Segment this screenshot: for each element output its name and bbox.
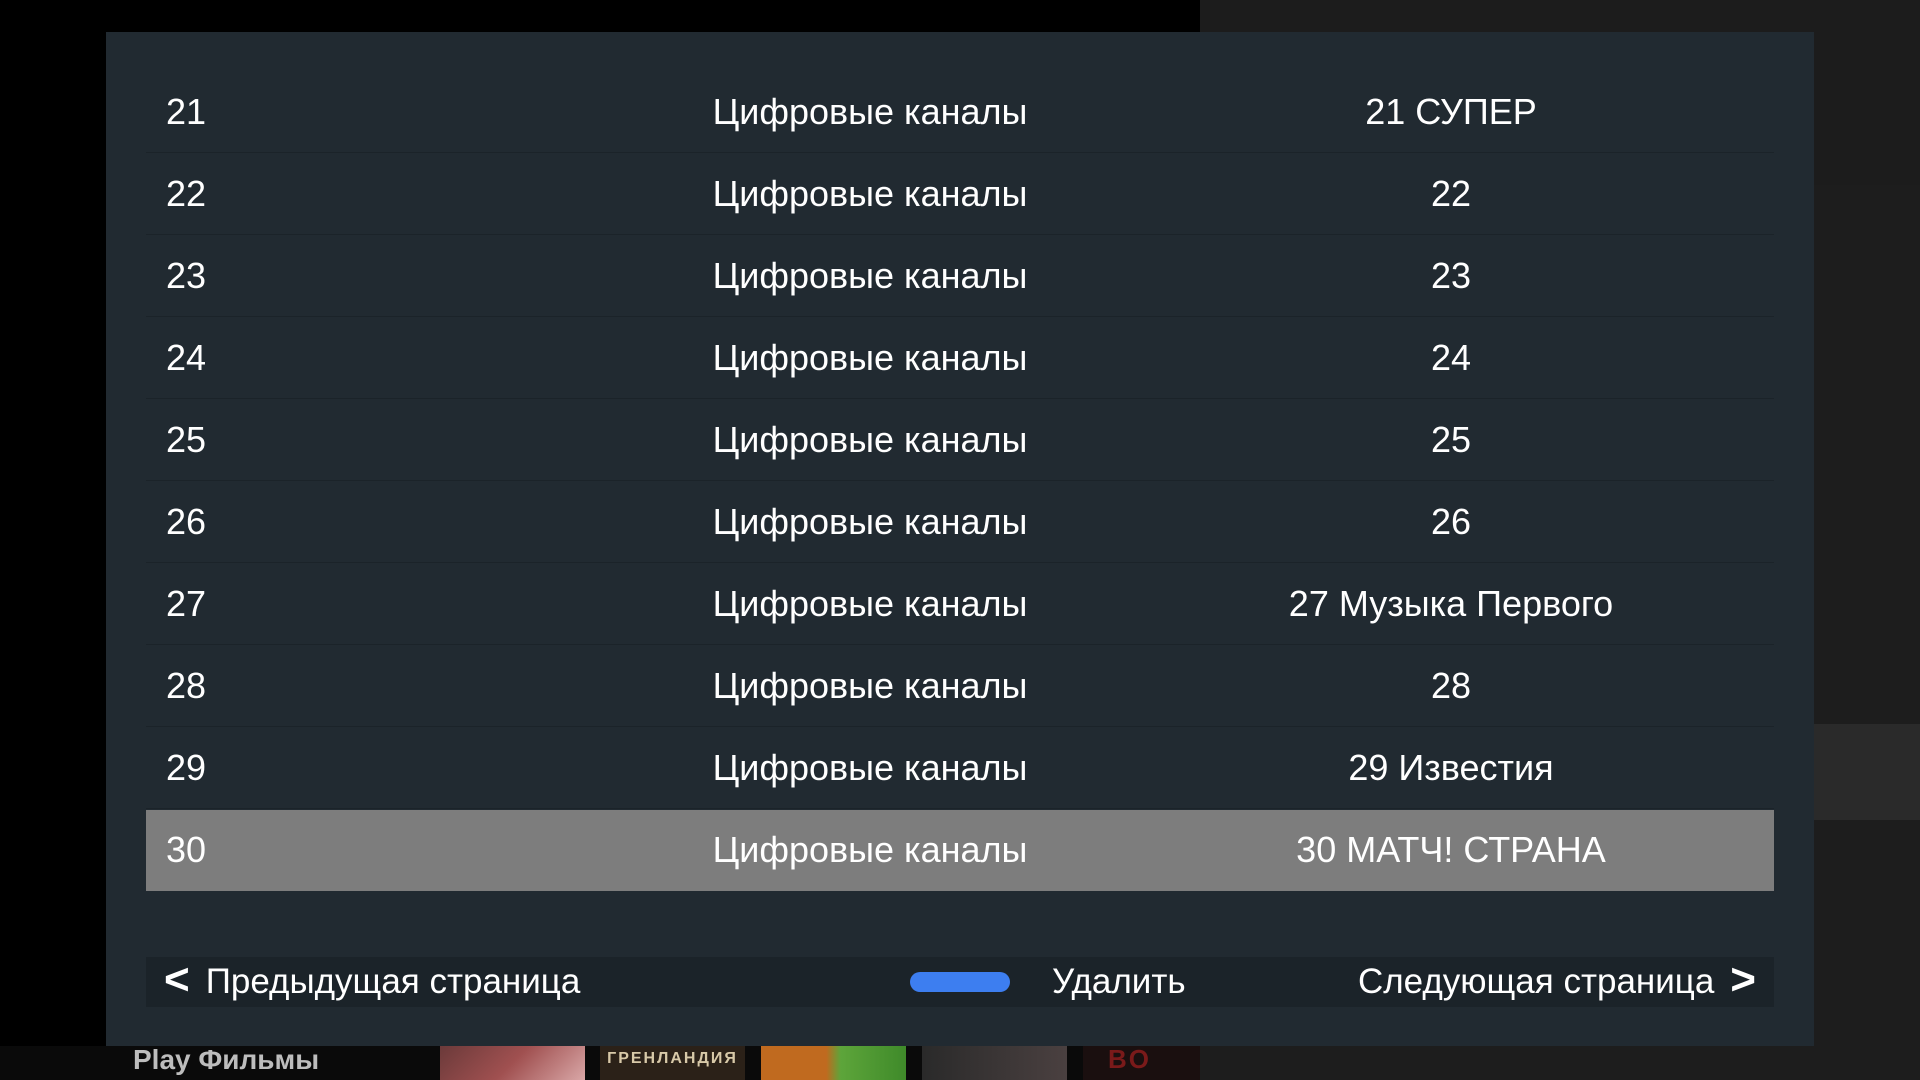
channel-row-selected[interactable]: 30 Цифровые каналы 30 МАТЧ! СТРАНА	[146, 810, 1774, 891]
channel-row[interactable]: 22 Цифровые каналы 22	[146, 154, 1774, 235]
channel-group: Цифровые каналы	[712, 583, 1028, 624]
channel-name: 24	[1430, 337, 1472, 378]
channel-number: 25	[166, 419, 207, 460]
channel-group: Цифровые каналы	[712, 255, 1028, 296]
channel-row[interactable]: 28 Цифровые каналы 28	[146, 646, 1774, 727]
channel-number: 27	[166, 583, 207, 624]
blue-key-icon	[910, 972, 1010, 992]
tv-screen: Play Фильмы ГРЕНЛАНДИЯ BO 21 Цифровые ка…	[0, 0, 1920, 1080]
shelf-title: Play Фильмы	[133, 1044, 320, 1075]
channel-name: 23	[1430, 255, 1472, 296]
channel-row[interactable]: 26 Цифровые каналы 26	[146, 482, 1774, 563]
channel-name: 27 Музыка Первого	[1288, 583, 1614, 624]
channel-group: Цифровые каналы	[712, 747, 1028, 788]
channel-number: 26	[166, 501, 207, 542]
channel-row[interactable]: 23 Цифровые каналы 23	[146, 236, 1774, 317]
channel-name: 22	[1430, 173, 1472, 214]
channel-group: Цифровые каналы	[712, 829, 1028, 870]
channel-group: Цифровые каналы	[712, 501, 1028, 542]
next-page-label: Следующая страница	[1357, 962, 1715, 1001]
channel-row[interactable]: 27 Цифровые каналы 27 Музыка Первого	[146, 564, 1774, 645]
channel-group: Цифровые каналы	[712, 91, 1028, 132]
channel-name: 25	[1430, 419, 1472, 460]
movie-thumbnail[interactable]: ГРЕНЛАНДИЯ	[600, 1046, 745, 1080]
channel-name: 21 СУПЕР	[1365, 91, 1537, 132]
channel-number: 30	[166, 829, 207, 870]
channel-name: 29 Известия	[1348, 747, 1554, 788]
channel-group: Цифровые каналы	[712, 173, 1028, 214]
channel-number: 29	[166, 747, 207, 788]
movie-thumbnail[interactable]: BO	[1083, 1046, 1200, 1080]
channel-number: 24	[166, 337, 207, 378]
action-bar: < Предыдущая страница Удалить Следующая с…	[146, 957, 1774, 1007]
movie-thumbnail[interactable]	[440, 1046, 585, 1080]
channel-row[interactable]: 25 Цифровые каналы 25	[146, 400, 1774, 481]
channel-group: Цифровые каналы	[712, 419, 1028, 460]
channel-name: 30 МАТЧ! СТРАНА	[1296, 829, 1606, 870]
channel-name: 26	[1430, 501, 1472, 542]
channel-group: Цифровые каналы	[712, 337, 1028, 378]
channel-list-dialog: 21 Цифровые каналы 21 СУПЕР 22 Цифровые …	[106, 32, 1814, 1046]
thumbnail-title: BO	[1108, 1046, 1151, 1074]
channel-group: Цифровые каналы	[712, 665, 1028, 706]
channel-name: 28	[1430, 665, 1472, 706]
channel-number: 21	[166, 91, 207, 132]
channel-number: 22	[166, 173, 207, 214]
previous-page-label: Предыдущая страница	[205, 962, 581, 1001]
next-page-button[interactable]: Следующая страница >	[1358, 957, 1756, 1007]
channel-row[interactable]: 21 Цифровые каналы 21 СУПЕР	[146, 72, 1774, 153]
movie-thumbnail[interactable]	[922, 1046, 1067, 1080]
chevron-left-icon: <	[164, 955, 190, 1004]
thumbnail-title: ГРЕНЛАНДИЯ	[607, 1050, 738, 1067]
channel-number: 28	[166, 665, 207, 706]
movie-thumbnail[interactable]	[761, 1046, 906, 1080]
chevron-right-icon: >	[1730, 955, 1756, 1004]
previous-page-button[interactable]: < Предыдущая страница	[164, 957, 580, 1007]
channel-list: 21 Цифровые каналы 21 СУПЕР 22 Цифровые …	[146, 72, 1774, 892]
delete-button[interactable]: Удалить	[1052, 957, 1186, 1007]
channel-row[interactable]: 24 Цифровые каналы 24	[146, 318, 1774, 399]
channel-row[interactable]: 29 Цифровые каналы 29 Известия	[146, 728, 1774, 809]
channel-number: 23	[166, 255, 207, 296]
